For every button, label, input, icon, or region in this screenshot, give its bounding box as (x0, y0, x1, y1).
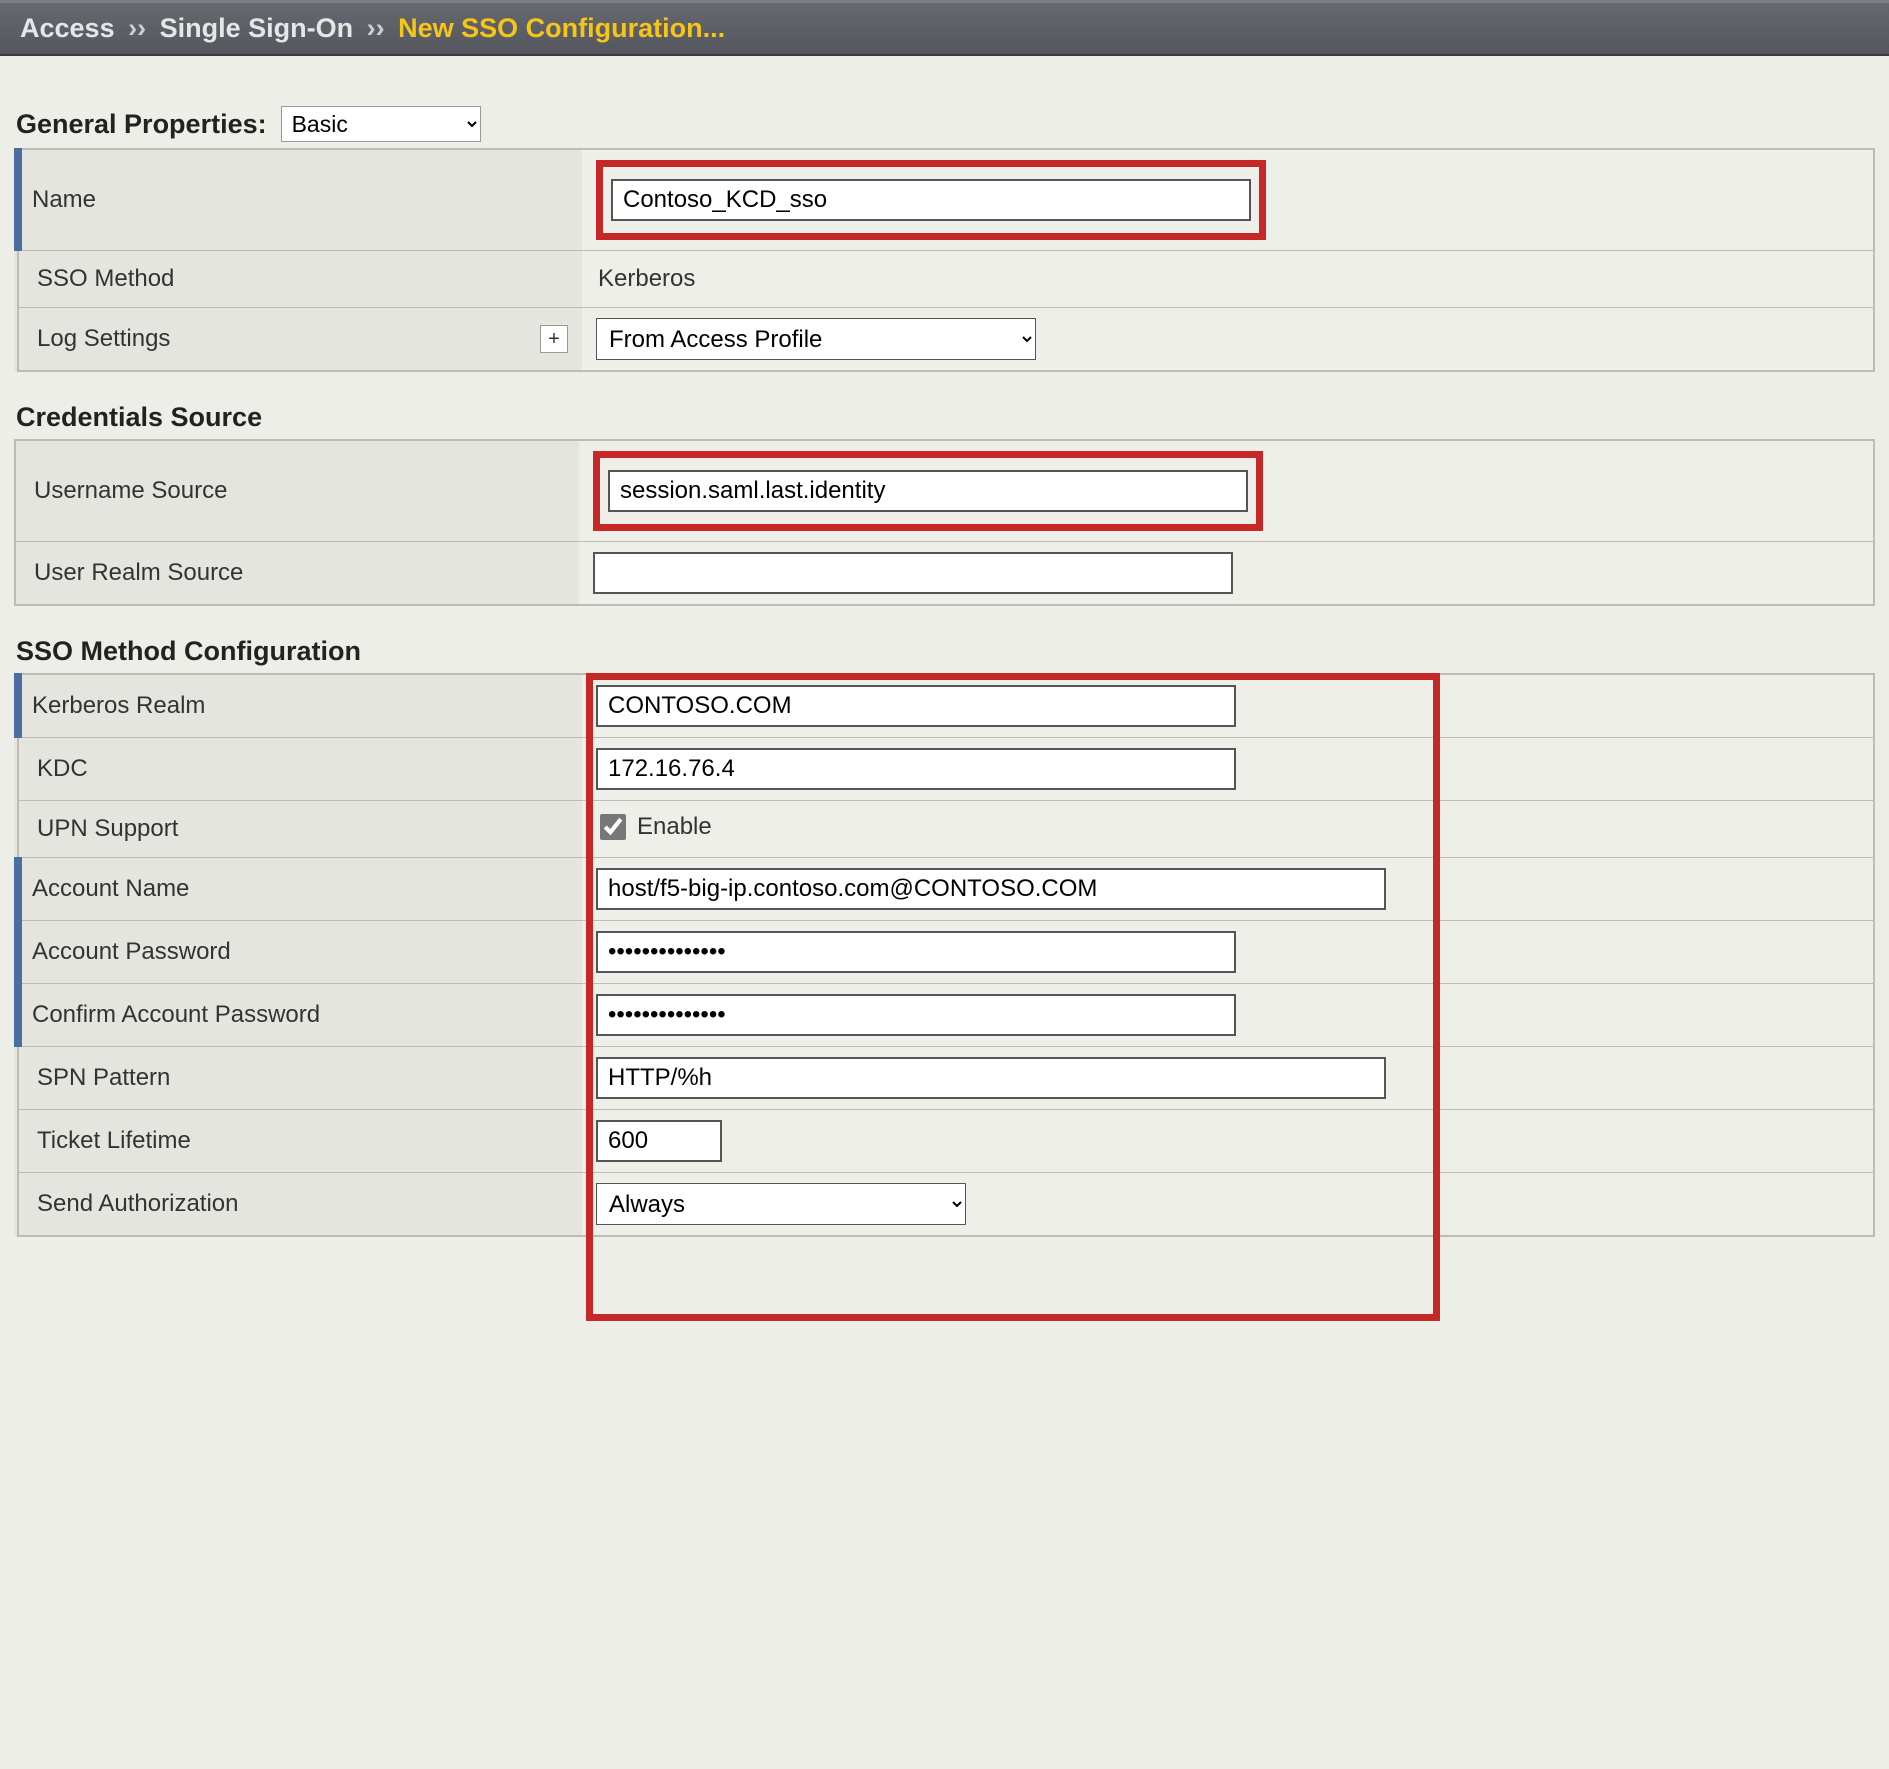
row-kdc: KDC (18, 738, 1874, 801)
breadcrumb-item-access[interactable]: Access (20, 13, 115, 43)
kerberos-realm-input[interactable] (596, 685, 1236, 727)
account-password-input[interactable] (596, 931, 1236, 973)
name-input[interactable] (611, 179, 1251, 221)
section-title-general: General Properties: (16, 109, 267, 140)
section-header-creds: Credentials Source (16, 402, 1875, 433)
upn-support-checkbox-label: Enable (637, 813, 712, 841)
label-confirm-password: Confirm Account Password (32, 1001, 320, 1028)
row-user-realm-source: User Realm Source (15, 542, 1874, 606)
label-send-authorization: Send Authorization (37, 1190, 238, 1217)
label-spn-pattern: SPN Pattern (37, 1064, 170, 1091)
row-account-name: Account Name (18, 858, 1874, 921)
label-account-password: Account Password (32, 938, 231, 965)
label-name: Name (32, 186, 96, 213)
user-realm-source-input[interactable] (593, 552, 1233, 594)
mode-select[interactable]: Basic (281, 106, 481, 142)
row-confirm-password: Confirm Account Password (18, 984, 1874, 1047)
row-username-source: Username Source (15, 440, 1874, 542)
label-kerberos-realm: Kerberos Realm (32, 692, 205, 719)
username-source-input[interactable] (608, 470, 1248, 512)
add-log-setting-button[interactable]: + (540, 325, 568, 353)
row-kerberos-realm: Kerberos Realm (18, 674, 1874, 738)
confirm-password-input[interactable] (596, 994, 1236, 1036)
row-log-settings: Log Settings + From Access Profile (18, 308, 1874, 372)
label-ticket-lifetime: Ticket Lifetime (37, 1127, 191, 1154)
row-upn-support: UPN Support Enable (18, 801, 1874, 858)
label-sso-method: SSO Method (37, 265, 174, 292)
section-title-creds: Credentials Source (16, 402, 262, 433)
row-name: Name (18, 149, 1874, 251)
breadcrumb-separator: ›› (122, 13, 152, 43)
label-account-name: Account Name (32, 875, 189, 902)
row-account-password: Account Password (18, 921, 1874, 984)
label-kdc: KDC (37, 755, 88, 782)
section-header-general: General Properties: Basic (16, 106, 1875, 142)
label-upn-support: UPN Support (37, 815, 178, 842)
label-user-realm-source: User Realm Source (34, 559, 243, 586)
highlight-name (596, 160, 1266, 240)
row-spn-pattern: SPN Pattern (18, 1047, 1874, 1110)
upn-support-checkbox[interactable] (600, 814, 626, 840)
label-log-settings: Log Settings (37, 325, 170, 353)
section-header-sso-config: SSO Method Configuration (16, 636, 1875, 667)
row-ticket-lifetime: Ticket Lifetime (18, 1110, 1874, 1173)
credentials-source-table: Username Source User Realm Source (14, 439, 1875, 606)
value-sso-method: Kerberos (596, 265, 695, 292)
account-name-input[interactable] (596, 868, 1386, 910)
highlight-username-source (593, 451, 1263, 531)
section-title-sso-config: SSO Method Configuration (16, 636, 361, 667)
sso-config-table: Kerberos Realm KDC UPN Support Enable Ac… (14, 673, 1875, 1237)
log-settings-select[interactable]: From Access Profile (596, 318, 1036, 360)
breadcrumb-item-current: New SSO Configuration... (398, 13, 725, 43)
breadcrumb-item-sso[interactable]: Single Sign-On (160, 13, 354, 43)
breadcrumb-separator: ›› (361, 13, 391, 43)
breadcrumb: Access ›› Single Sign-On ›› New SSO Conf… (0, 0, 1889, 56)
general-properties-table: Name SSO Method Kerberos Log Settings + … (14, 148, 1875, 372)
kdc-input[interactable] (596, 748, 1236, 790)
ticket-lifetime-input[interactable] (596, 1120, 722, 1162)
send-authorization-select[interactable]: Always (596, 1183, 966, 1225)
label-username-source: Username Source (34, 477, 227, 504)
row-send-authorization: Send Authorization Always (18, 1173, 1874, 1237)
spn-pattern-input[interactable] (596, 1057, 1386, 1099)
row-sso-method: SSO Method Kerberos (18, 251, 1874, 308)
